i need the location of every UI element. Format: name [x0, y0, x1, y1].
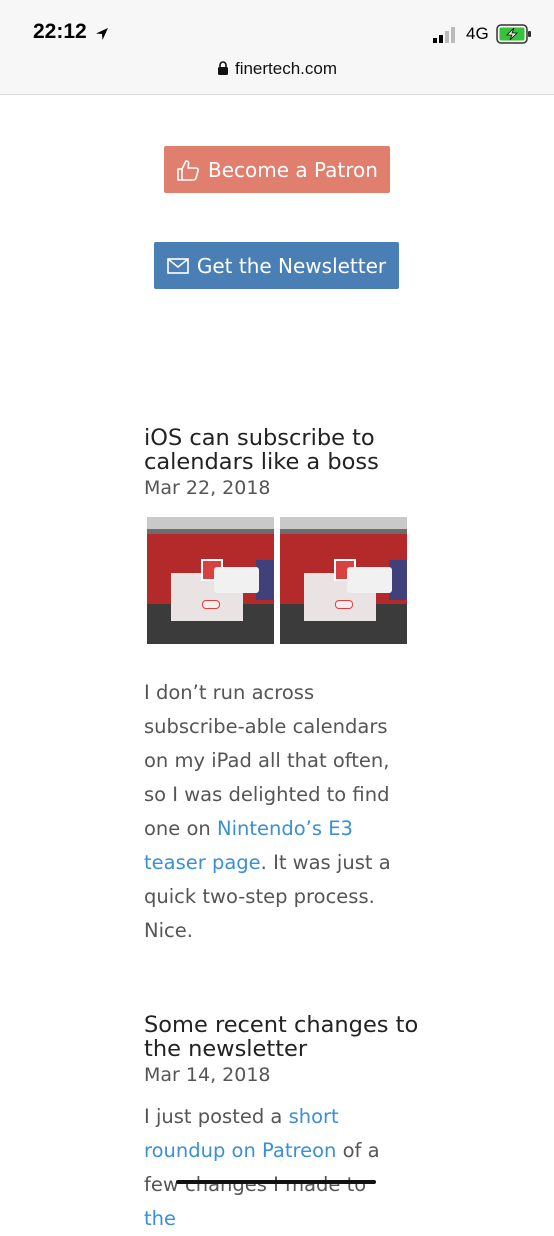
lock-icon: [217, 61, 228, 75]
location-arrow-icon: [96, 28, 108, 40]
signal-bars-icon: [433, 27, 455, 43]
url-bar[interactable]: finertech.com: [0, 59, 554, 79]
become-patron-button[interactable]: Become a Patron: [164, 146, 390, 193]
post-title[interactable]: Some recent changes to the newsletter: [144, 1013, 424, 1061]
post-excerpt: I just posted a short roundup on Patreon…: [144, 1105, 380, 1230]
post-excerpt: I don’t run across subscribe-able calend…: [144, 681, 391, 942]
url-text: finertech.com: [234, 59, 338, 78]
post-screenshot[interactable]: [280, 517, 407, 644]
post-title[interactable]: iOS can subscribe to calendars like a bo…: [144, 426, 424, 474]
envelope-icon: [167, 257, 189, 274]
network-type: 4G: [466, 24, 489, 43]
post-date: Mar 14, 2018: [144, 1064, 271, 1086]
get-newsletter-button[interactable]: Get the Newsletter: [154, 242, 399, 289]
battery-charging-icon: [496, 24, 531, 44]
post-date: Mar 22, 2018: [144, 477, 271, 499]
home-indicator: [176, 1180, 376, 1184]
thumbs-up-icon: [177, 159, 199, 181]
post-screenshot[interactable]: [147, 517, 274, 644]
status-time: 22:12: [33, 20, 87, 43]
browser-top-bar: 22:12 4G finertech.com: [0, 0, 554, 95]
newsletter-link[interactable]: the: [144, 1207, 176, 1230]
patron-label: Become a Patron: [208, 157, 378, 182]
newsletter-label: Get the Newsletter: [196, 253, 387, 278]
